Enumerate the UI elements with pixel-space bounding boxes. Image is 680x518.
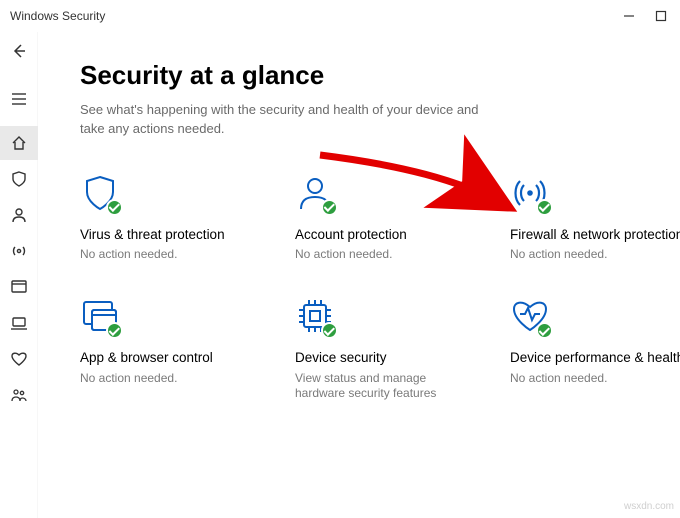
tile-status: View status and manage hardware security…	[295, 371, 465, 402]
person-icon	[295, 173, 335, 213]
back-arrow-icon	[10, 42, 28, 60]
window-title: Windows Security	[10, 9, 105, 23]
chip-icon	[295, 296, 335, 336]
heart-icon	[10, 350, 28, 368]
person-icon	[10, 206, 28, 224]
tile-title: Device security	[295, 350, 480, 366]
sidebar-item-performance[interactable]	[0, 342, 38, 376]
device-icon	[10, 314, 28, 332]
tile-title: Firewall & network protection	[510, 227, 680, 243]
back-button[interactable]	[0, 34, 38, 68]
family-icon	[10, 386, 28, 404]
tile-device-security[interactable]: Device security View status and manage h…	[295, 296, 480, 401]
tile-status: No action needed.	[80, 371, 250, 387]
tile-grid: Virus & threat protection No action need…	[80, 173, 660, 402]
browser-icon	[10, 278, 28, 296]
sidebar-item-virus[interactable]	[0, 162, 38, 196]
sidebar-item-family[interactable]	[0, 378, 38, 412]
tile-virus-threat[interactable]: Virus & threat protection No action need…	[80, 173, 265, 263]
heart-pulse-icon	[510, 296, 550, 336]
network-icon	[510, 173, 550, 213]
status-ok-badge	[106, 322, 123, 339]
tile-status: No action needed.	[80, 247, 250, 263]
watermark: wsxdn.com	[624, 501, 674, 512]
window-controls	[622, 9, 676, 23]
tile-title: Virus & threat protection	[80, 227, 265, 243]
tile-app-browser[interactable]: App & browser control No action needed.	[80, 296, 265, 401]
sidebar-item-home[interactable]	[0, 126, 38, 160]
tile-status: No action needed.	[510, 247, 680, 263]
sidebar-item-firewall[interactable]	[0, 234, 38, 268]
status-ok-badge	[536, 322, 553, 339]
titlebar: Windows Security	[0, 0, 680, 32]
browser-icon	[80, 296, 120, 336]
home-icon	[10, 134, 28, 152]
app-window: Windows Security	[0, 0, 680, 518]
sidebar-item-account[interactable]	[0, 198, 38, 232]
page-title: Security at a glance	[80, 60, 660, 91]
network-icon	[10, 242, 28, 260]
status-ok-badge	[106, 199, 123, 216]
minimize-icon	[623, 10, 635, 22]
shield-icon	[80, 173, 120, 213]
tile-status: No action needed.	[295, 247, 465, 263]
page-subtitle: See what's happening with the security a…	[80, 101, 500, 139]
tile-status: No action needed.	[510, 371, 680, 387]
body: Security at a glance See what's happenin…	[0, 32, 680, 518]
tile-title: Account protection	[295, 227, 480, 243]
status-ok-badge	[321, 322, 338, 339]
minimize-button[interactable]	[622, 9, 636, 23]
menu-button[interactable]	[0, 82, 38, 116]
tile-title: App & browser control	[80, 350, 265, 366]
maximize-button[interactable]	[654, 9, 668, 23]
status-ok-badge	[321, 199, 338, 216]
sidebar-item-app-browser[interactable]	[0, 270, 38, 304]
status-ok-badge	[536, 199, 553, 216]
main-content: Security at a glance See what's happenin…	[38, 32, 680, 518]
tile-device-performance[interactable]: Device performance & health No action ne…	[510, 296, 680, 401]
sidebar-item-device-security[interactable]	[0, 306, 38, 340]
shield-icon	[10, 170, 28, 188]
maximize-icon	[655, 10, 667, 22]
hamburger-icon	[11, 92, 27, 106]
tile-title: Device performance & health	[510, 350, 680, 366]
tile-firewall-network[interactable]: Firewall & network protection No action …	[510, 173, 680, 263]
sidebar	[0, 32, 38, 518]
tile-account-protection[interactable]: Account protection No action needed.	[295, 173, 480, 263]
